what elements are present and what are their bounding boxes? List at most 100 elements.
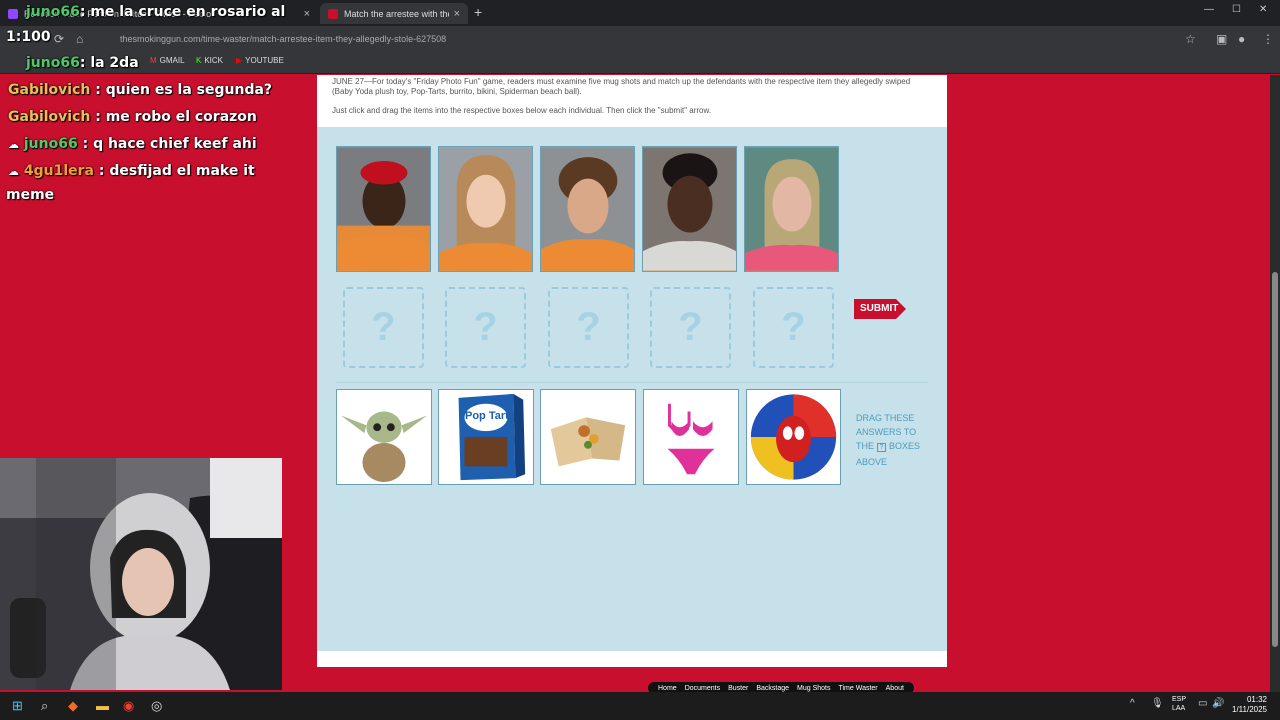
- drag-hint-line: ANSWERS TO: [856, 427, 917, 437]
- chat-badge-icon: ☁: [8, 165, 19, 178]
- item-pop-tarts[interactable]: Pop Tarts: [438, 389, 534, 485]
- chat-line: Gabilovich : me robo el corazon: [8, 109, 257, 125]
- bookmark-label: YOUTUBE: [245, 56, 284, 65]
- chat-username: juno66: [26, 55, 80, 71]
- mugshot-5: [744, 146, 839, 272]
- gmail-icon: M: [150, 56, 157, 65]
- home-icon[interactable]: ⌂: [76, 32, 83, 46]
- chat-message: : quien es la segunda?: [95, 82, 273, 98]
- page-bottom-edge: [317, 651, 947, 667]
- drop-box-3[interactable]: ?: [548, 287, 629, 368]
- footer-link-backstage[interactable]: Backstage: [756, 685, 789, 692]
- footer-link-mug-shots[interactable]: Mug Shots: [797, 685, 830, 692]
- tab-title: Match the arrestee with the item: [344, 8, 449, 19]
- pop-tarts-label: Pop Tarts: [465, 410, 515, 422]
- chat-line: meme: [6, 187, 54, 203]
- kick-icon: K: [196, 56, 202, 65]
- footer-link-time-waster[interactable]: Time Waster: [838, 685, 877, 692]
- chat-line: Gabilovich : quien es la segunda?: [8, 82, 272, 98]
- burrito-icon: [550, 417, 626, 467]
- extensions-icon[interactable]: ▣: [1216, 32, 1227, 46]
- intro-paragraph-cont: (Baby Yoda plush toy, Pop-Tarts, burrito…: [332, 87, 582, 96]
- bookmark-youtube[interactable]: ▶ YOUTUBE: [236, 56, 284, 65]
- item-burrito[interactable]: [540, 389, 636, 485]
- menu-icon[interactable]: ⋮: [1262, 32, 1274, 46]
- profile-icon[interactable]: ●: [1238, 32, 1245, 46]
- scrollbar-thumb[interactable]: [1272, 272, 1278, 647]
- chat-username: Gabilovich: [8, 82, 91, 98]
- minimize-icon[interactable]: —: [1204, 4, 1214, 15]
- drop-box-2[interactable]: ?: [445, 287, 526, 368]
- item-spiderman-ball[interactable]: [746, 389, 841, 485]
- chat-message: meme: [6, 187, 55, 203]
- brave-icon[interactable]: ◆: [68, 698, 78, 714]
- youtube-icon: ▶: [236, 56, 243, 65]
- mugshot-1: [336, 146, 431, 272]
- drop-box-5[interactable]: ?: [753, 287, 834, 368]
- submit-label: SUBMIT: [860, 303, 899, 314]
- footer-link-documents[interactable]: Documents: [685, 685, 720, 692]
- obs-icon[interactable]: ◎: [151, 698, 162, 714]
- drop-placeholder: ?: [473, 305, 498, 349]
- footer-link-home[interactable]: Home: [658, 685, 677, 692]
- close-window-icon[interactable]: ✕: [1259, 4, 1267, 15]
- tray-chevron-icon[interactable]: ^: [1130, 698, 1135, 709]
- language-indicator[interactable]: ESP LAA: [1172, 695, 1186, 713]
- display-icon[interactable]: ▭: [1198, 698, 1207, 709]
- mugshot-2: [438, 146, 533, 272]
- intro-text: JUNE 27—For today's "Friday Photo Fun" g…: [317, 75, 947, 127]
- search-icon[interactable]: ⌕: [41, 698, 48, 714]
- microphone-icon[interactable]: 🎙: [1151, 698, 1164, 709]
- chat-username: Gabilovich: [8, 109, 91, 125]
- baby-yoda-icon: [340, 411, 428, 483]
- chat-message: : me robo el corazon: [95, 109, 257, 125]
- drag-hint: DRAG THESE ANSWERS TO THE ? BOXES ABOVE: [856, 411, 936, 469]
- chrome-icon[interactable]: ◉: [123, 698, 134, 714]
- instructions-paragraph: Just click and drag the items into the r…: [332, 106, 712, 115]
- tab-smoking-gun[interactable]: Match the arrestee with the item ×: [320, 3, 468, 24]
- item-baby-yoda[interactable]: [336, 389, 432, 485]
- drop-box-1[interactable]: ?: [343, 287, 424, 368]
- chat-line: ☁ 4gu1lera : desfijad el make it: [8, 163, 255, 179]
- bookmark-star-icon[interactable]: ☆: [1185, 32, 1196, 46]
- drop-box-4[interactable]: ?: [650, 287, 731, 368]
- footer-link-buster[interactable]: Buster: [728, 685, 748, 692]
- mugshot-4: [642, 146, 737, 272]
- reload-icon[interactable]: ⟳: [54, 32, 64, 46]
- bookmarks-bar: [0, 52, 1280, 74]
- file-explorer-icon[interactable]: ▬: [96, 698, 109, 713]
- drop-placeholder: ?: [781, 305, 806, 349]
- submit-button[interactable]: SUBMIT: [854, 299, 906, 319]
- chat-badge-icon: ☁: [8, 138, 19, 151]
- close-tab-icon[interactable]: ×: [304, 8, 310, 20]
- smoking-gun-favicon-icon: [328, 8, 338, 19]
- date: 1/11/2025: [1232, 705, 1267, 714]
- start-button-icon[interactable]: ⊞: [12, 698, 23, 714]
- spiderman-ball-icon: [750, 394, 837, 480]
- streamer-webcam-image: [0, 458, 282, 690]
- chat-username: 4gu1lera: [23, 163, 94, 179]
- bookmark-kick[interactable]: K KICK: [196, 56, 223, 65]
- new-tab-button[interactable]: +: [474, 4, 482, 20]
- url-text: thesmokinggun.com/time-waster/match-arre…: [120, 34, 447, 44]
- clock[interactable]: 01:32 1/11/2025: [1232, 695, 1267, 715]
- volume-icon[interactable]: 🔊: [1212, 698, 1224, 709]
- item-bikini[interactable]: [643, 389, 739, 485]
- drag-hint-line: THE: [856, 441, 874, 451]
- pop-tarts-icon: [458, 393, 526, 481]
- bookmark-label: GMAIL: [159, 56, 185, 65]
- drag-hint-line: BOXES: [888, 441, 920, 451]
- bookmark-gmail[interactable]: M GMAIL: [150, 56, 185, 65]
- intro-paragraph: JUNE 27—For today's "Friday Photo Fun" g…: [332, 77, 911, 86]
- chat-message: : desfijad el make it: [98, 163, 255, 179]
- lang-line: ESP: [1172, 696, 1187, 703]
- address-bar[interactable]: thesmokinggun.com/time-waster/match-arre…: [96, 29, 1206, 49]
- chat-line: juno66: me la cruce en rosario al: [26, 4, 285, 20]
- drop-placeholder: ?: [371, 305, 396, 349]
- maximize-icon[interactable]: ☐: [1232, 4, 1241, 15]
- windows-taskbar: [0, 692, 1280, 720]
- close-tab-icon[interactable]: ×: [454, 8, 460, 20]
- mugshot-3: [540, 146, 635, 272]
- drag-hint-line: DRAG THESE: [856, 413, 915, 423]
- footer-link-about[interactable]: About: [886, 685, 904, 692]
